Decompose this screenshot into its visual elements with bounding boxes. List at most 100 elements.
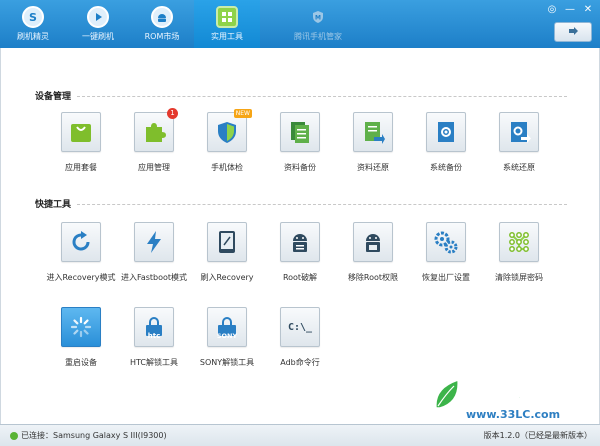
section-divider bbox=[77, 204, 567, 205]
tile-data-backup[interactable]: 资料备份 bbox=[260, 112, 340, 173]
tile-label: SONY解锁工具 bbox=[199, 358, 255, 367]
close-icon[interactable]: ✕ bbox=[580, 3, 596, 16]
new-badge: NEW bbox=[233, 109, 252, 118]
tile-label: 进入Fastboot模式 bbox=[120, 273, 188, 282]
tile-icon-box bbox=[280, 112, 320, 152]
top-nav-bar: S 刷机精灵 一键刷机 ROM市场 实用工具 M 腾讯手机管家 ◎ — ✕ bbox=[0, 0, 600, 48]
tile-icon-box bbox=[280, 222, 320, 262]
minimize-icon[interactable]: — bbox=[562, 3, 578, 16]
nav-tab-one-click-flash[interactable]: 一键刷机 bbox=[66, 0, 130, 48]
section-title-quick: 快捷工具 bbox=[35, 200, 72, 210]
tile-label: 资料还原 bbox=[357, 163, 389, 172]
tile-icon-box: C:\_ bbox=[280, 307, 320, 347]
tile-icon-box bbox=[426, 222, 466, 262]
tile-label: 资料备份 bbox=[284, 163, 316, 172]
nav-tab-label: 腾讯手机管家 bbox=[294, 32, 342, 41]
doc-backup-icon bbox=[291, 122, 309, 143]
s-logo-icon: S bbox=[22, 6, 44, 28]
connected-dot-icon bbox=[10, 431, 18, 440]
section-divider bbox=[77, 96, 567, 97]
tile-flash-recovery[interactable]: 刷入Recovery bbox=[187, 222, 267, 283]
tile-icon-box bbox=[499, 112, 539, 152]
feedback-icon[interactable]: ◎ bbox=[544, 3, 560, 16]
shield-icon bbox=[218, 122, 236, 143]
version-text: 版本1.2.0（已经是最新版本） bbox=[483, 431, 592, 440]
nav-tab-tencent-manager[interactable]: M 腾讯手机管家 bbox=[276, 0, 360, 48]
svg-text:S: S bbox=[29, 11, 37, 24]
tile-label: 系统备份 bbox=[430, 163, 462, 172]
tile-enter-recovery[interactable]: 进入Recovery模式 bbox=[41, 222, 121, 283]
tile-icon-box: 1 bbox=[134, 108, 178, 152]
tile-label: 重启设备 bbox=[65, 358, 97, 367]
tile-system-restore[interactable]: 系统还原 bbox=[479, 112, 559, 173]
lightning-icon bbox=[147, 231, 161, 253]
nav-tab-flash-wizard[interactable]: S 刷机精灵 bbox=[0, 0, 66, 48]
tile-sony-unlock[interactable]: SONY SONY解锁工具 bbox=[187, 307, 267, 368]
android-icon bbox=[151, 6, 173, 28]
utilities-panel: 设备管理 应用套餐 1 应用管理 NEW 手机体检 资料备份 资料还原 系统备份… bbox=[0, 48, 600, 424]
tile-label: 应用套餐 bbox=[65, 163, 97, 172]
tile-clear-lock-password[interactable]: 清除锁屏密码 bbox=[479, 222, 559, 283]
shopping-bag-icon bbox=[71, 124, 91, 142]
tile-icon-box bbox=[134, 222, 174, 262]
htc-brand-text: htc bbox=[147, 332, 161, 340]
tile-app-manager[interactable]: 1 应用管理 bbox=[114, 108, 194, 173]
nav-tab-label: 一键刷机 bbox=[82, 32, 114, 41]
terminal-icon: C:\_ bbox=[287, 321, 313, 333]
pattern-lock-icon bbox=[509, 232, 529, 252]
tile-icon-box bbox=[207, 222, 247, 262]
arrow-enter-icon bbox=[569, 27, 578, 35]
tile-label: 刷入Recovery bbox=[200, 273, 254, 282]
sony-brand-text: SONY bbox=[216, 332, 238, 340]
nav-tab-utilities[interactable]: 实用工具 bbox=[194, 0, 260, 48]
system-backup-icon bbox=[438, 122, 454, 142]
window-controls: ◎ — ✕ bbox=[544, 3, 596, 16]
tile-label: 清除锁屏密码 bbox=[495, 273, 543, 282]
tile-label: 移除Root权限 bbox=[347, 273, 399, 282]
tile-factory-reset[interactable]: 恢复出厂设置 bbox=[406, 222, 486, 283]
connection-text: 已连接：Samsung Galaxy S III(I9300) bbox=[21, 431, 167, 440]
status-bar: 已连接：Samsung Galaxy S III(I9300) 版本1.2.0（… bbox=[0, 424, 600, 446]
grid-icon bbox=[216, 6, 238, 28]
tile-label: 手机体检 bbox=[211, 163, 243, 172]
refresh-icon bbox=[72, 231, 90, 251]
tile-icon-box bbox=[426, 112, 466, 152]
tile-icon-box: htc bbox=[134, 307, 174, 347]
tile-htc-unlock[interactable]: htc HTC解锁工具 bbox=[114, 307, 194, 368]
tile-label: 恢复出厂设置 bbox=[422, 273, 470, 282]
svg-text:M: M bbox=[315, 15, 321, 22]
tile-icon-box: NEW bbox=[207, 109, 252, 152]
tile-data-restore[interactable]: 资料还原 bbox=[333, 112, 413, 173]
account-button[interactable] bbox=[554, 22, 592, 42]
tile-remove-root[interactable]: 移除Root权限 bbox=[333, 222, 413, 283]
android-unlock-icon bbox=[293, 234, 307, 252]
tablet-icon bbox=[219, 231, 235, 253]
tile-label: Adb命令行 bbox=[280, 358, 320, 367]
spinner-icon bbox=[70, 316, 92, 338]
tile-label: HTC解锁工具 bbox=[129, 358, 179, 367]
nav-tab-rom-market[interactable]: ROM市场 bbox=[130, 0, 194, 48]
system-restore-icon bbox=[511, 122, 531, 143]
puzzle-icon bbox=[146, 123, 166, 142]
tile-icon-box bbox=[61, 112, 101, 152]
main-nav: S 刷机精灵 一键刷机 ROM市场 实用工具 M 腾讯手机管家 bbox=[0, 0, 360, 48]
tile-label: 进入Recovery模式 bbox=[46, 273, 116, 282]
tile-system-backup[interactable]: 系统备份 bbox=[406, 112, 486, 173]
section-title-device: 设备管理 bbox=[35, 92, 72, 102]
nav-tab-label: 实用工具 bbox=[211, 32, 243, 41]
tile-adb-console[interactable]: C:\_ Adb命令行 bbox=[260, 307, 340, 368]
tile-root[interactable]: Root破解 bbox=[260, 222, 340, 283]
nav-tab-label: ROM市场 bbox=[144, 32, 180, 41]
tile-icon-box bbox=[353, 112, 393, 152]
tile-phone-checkup[interactable]: NEW 手机体检 bbox=[187, 109, 267, 173]
gears-icon bbox=[434, 231, 458, 254]
nav-tab-label: 刷机精灵 bbox=[17, 32, 49, 41]
tile-label: 应用管理 bbox=[138, 163, 170, 172]
tile-label: 系统还原 bbox=[503, 163, 535, 172]
notification-badge: 1 bbox=[167, 108, 178, 119]
tile-enter-fastboot[interactable]: 进入Fastboot模式 bbox=[114, 222, 194, 283]
tile-icon-box bbox=[499, 222, 539, 262]
tile-reboot-device[interactable]: 重启设备 bbox=[41, 307, 121, 368]
tile-app-bundle[interactable]: 应用套餐 bbox=[41, 112, 121, 173]
tile-label: Root破解 bbox=[282, 273, 318, 282]
